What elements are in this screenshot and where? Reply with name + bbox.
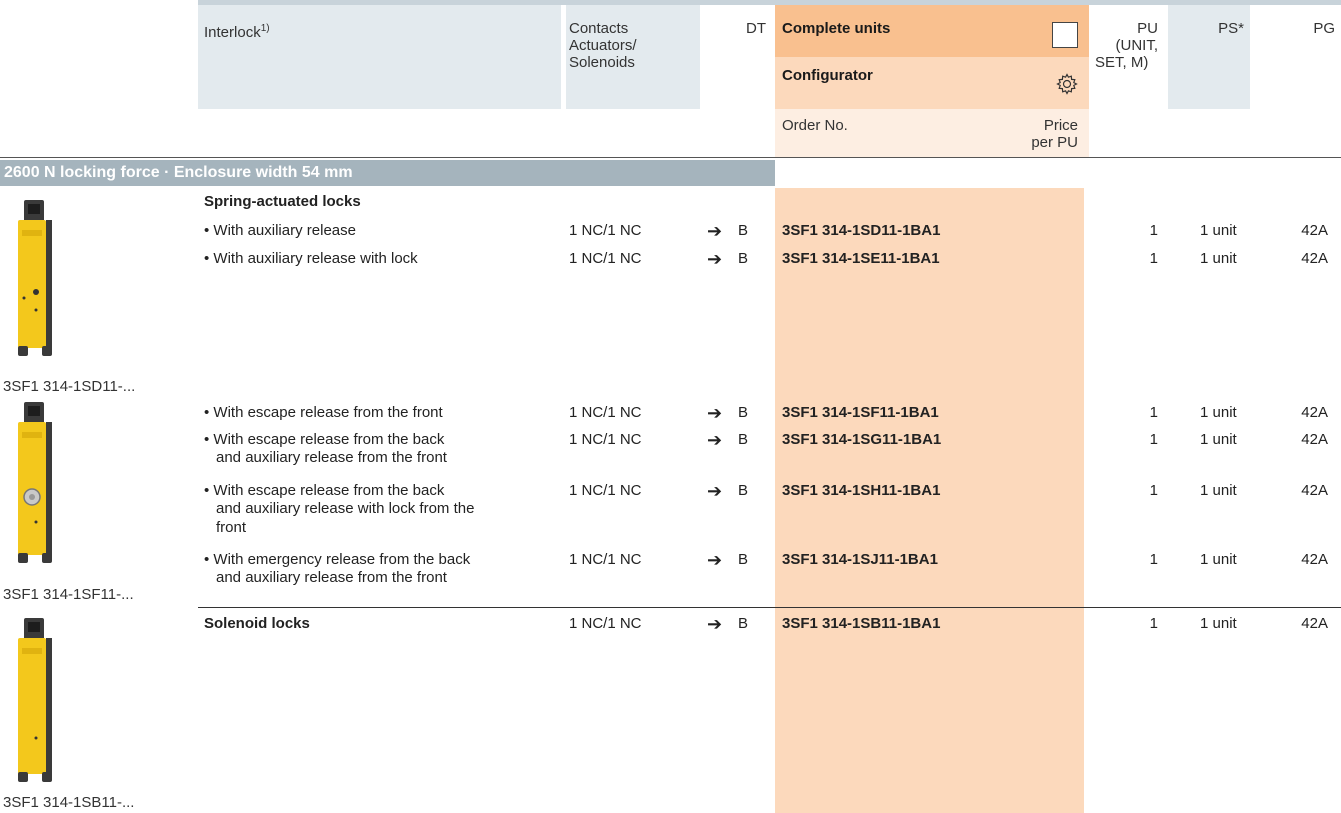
row-contacts: 1 NC/1 NC: [569, 551, 642, 568]
arrow-right-circle-icon: ➔: [707, 430, 723, 450]
row-pg: 42A: [1301, 250, 1328, 267]
row-ps: 1 unit: [1200, 404, 1237, 421]
table-row: • With escape release from the front 1 N…: [0, 403, 1341, 423]
row-desc: • With escape release from the back: [204, 482, 445, 499]
row-pu: 1: [1149, 431, 1158, 448]
row-contacts: 1 NC/1 NC: [569, 222, 642, 239]
row-pu: 1: [1149, 482, 1158, 499]
group-divider: [198, 607, 1341, 608]
table-row: • With escape release from the back 1 NC…: [0, 481, 1341, 501]
header-bottom-rule: [0, 157, 1341, 158]
row-pu: 1: [1149, 551, 1158, 568]
row-pg: 42A: [1301, 431, 1328, 448]
product-image: [14, 402, 54, 571]
row-ps: 1 unit: [1200, 615, 1237, 632]
row-ps: 1 unit: [1200, 431, 1237, 448]
order-number[interactable]: 3SF1 314-1SF11-1BA1: [782, 403, 939, 423]
row-contacts: 1 NC/1 NC: [569, 250, 642, 267]
row-desc-cont: front: [216, 519, 247, 536]
group-title-spring: Spring-actuated locks: [204, 193, 361, 210]
row-pg: 42A: [1301, 222, 1328, 239]
row-dt: B: [738, 404, 749, 421]
header-price: Price per PU: [1031, 117, 1078, 151]
table-row: • With auxiliary release 1 NC/1 NC ➔ B 3…: [0, 221, 1341, 241]
product-caption: 3SF1 314-1SD11-...: [3, 378, 136, 395]
order-number[interactable]: 3SF1 314-1SB11-1BA1: [782, 614, 940, 634]
row-desc: • With auxiliary release: [204, 222, 356, 239]
header-dt: DT: [746, 20, 766, 37]
arrow-right-circle-icon: ➔: [707, 403, 723, 423]
row-desc: • With escape release from the back: [204, 431, 445, 448]
row-dt: B: [738, 222, 749, 239]
header-configurator: Configurator: [782, 67, 873, 84]
product-image: [14, 200, 54, 364]
order-number[interactable]: 3SF1 314-1SE11-1BA1: [782, 249, 940, 269]
row-ps: 1 unit: [1200, 482, 1237, 499]
row-desc: • With escape release from the front: [204, 404, 443, 421]
row-contacts: 1 NC/1 NC: [569, 404, 642, 421]
row-desc-cont: and auxiliary release from the front: [216, 449, 447, 466]
arrow-right-circle-icon: ➔: [707, 221, 723, 241]
arrow-right-circle-icon: ➔: [707, 550, 723, 570]
row-pg: 42A: [1301, 404, 1328, 421]
row-desc: • With auxiliary release with lock: [204, 250, 418, 267]
row-ps: 1 unit: [1200, 250, 1237, 267]
table-row: • With auxiliary release with lock 1 NC/…: [0, 249, 1341, 269]
row-dt: B: [738, 551, 749, 568]
row-pu: 1: [1149, 222, 1158, 239]
arrow-right-circle-icon: ➔: [707, 614, 723, 634]
row-pu: 1: [1149, 615, 1158, 632]
gear-icon[interactable]: [1055, 72, 1079, 100]
row-contacts: 1 NC/1 NC: [569, 431, 642, 448]
row-desc-cont: and auxiliary release with lock from the: [216, 500, 475, 517]
header-pu-line3: SET, M): [1095, 54, 1149, 71]
row-desc-cont: and auxiliary release from the front: [216, 569, 447, 586]
row-ps: 1 unit: [1200, 222, 1237, 239]
row-ps: 1 unit: [1200, 551, 1237, 568]
row-dt: B: [738, 250, 749, 267]
row-pg: 42A: [1301, 615, 1328, 632]
header-pg: PG: [1313, 20, 1335, 37]
order-number[interactable]: 3SF1 314-1SD11-1BA1: [782, 221, 940, 241]
order-number[interactable]: 3SF1 314-1SH11-1BA1: [782, 481, 940, 501]
row-pg: 42A: [1301, 482, 1328, 499]
header-ps: PS*: [1218, 20, 1244, 37]
header-order-no: Order No.: [782, 117, 848, 134]
section-title: 2600 N locking force · Enclosure width 5…: [4, 164, 353, 181]
header-contacts: Contacts Actuators/ Solenoids: [569, 20, 637, 71]
order-number[interactable]: 3SF1 314-1SJ11-1BA1: [782, 550, 938, 570]
product-caption: 3SF1 314-1SB11-...: [3, 794, 135, 811]
row-dt: B: [738, 431, 749, 448]
row-pg: 42A: [1301, 551, 1328, 568]
table-row: • With emergency release from the back 1…: [0, 550, 1341, 570]
empty-checkbox-icon[interactable]: [1052, 22, 1078, 48]
header-interlock: Interlock1): [204, 23, 270, 41]
product-image: [14, 618, 54, 790]
row-pu: 1: [1149, 250, 1158, 267]
header-pu: PU (UNIT,: [1115, 20, 1159, 54]
row-contacts: 1 NC/1 NC: [569, 482, 642, 499]
row-contacts: 1 NC/1 NC: [569, 615, 642, 632]
table-row: • With escape release from the back 1 NC…: [0, 430, 1341, 450]
order-number[interactable]: 3SF1 314-1SG11-1BA1: [782, 430, 941, 450]
row-desc: • With emergency release from the back: [204, 551, 471, 568]
row-dt: B: [738, 615, 749, 632]
arrow-right-circle-icon: ➔: [707, 481, 723, 501]
row-dt: B: [738, 482, 749, 499]
product-caption: 3SF1 314-1SF11-...: [3, 586, 134, 603]
header-complete-units: Complete units: [782, 20, 891, 37]
table-row: 1 NC/1 NC ➔ B 3SF1 314-1SB11-1BA1 1 1 un…: [0, 614, 1341, 634]
row-pu: 1: [1149, 404, 1158, 421]
arrow-right-circle-icon: ➔: [707, 249, 723, 269]
